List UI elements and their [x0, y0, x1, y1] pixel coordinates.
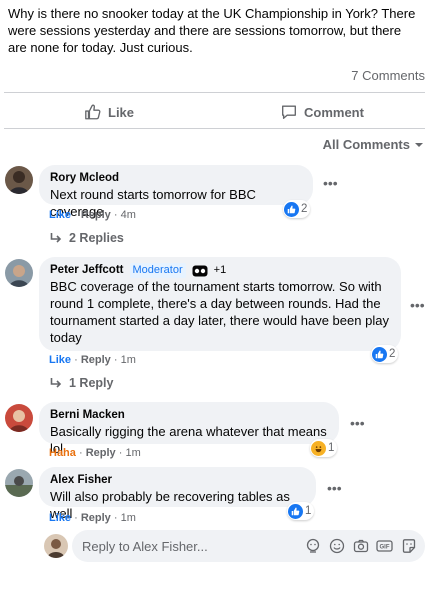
comment-meta: Like · Reply · 4m	[49, 209, 136, 221]
reply-composer: GIF	[72, 530, 425, 562]
moderator-badge: Moderator	[129, 263, 186, 278]
comment-meta: Like · Reply · 1m	[49, 512, 136, 524]
reaction-number: 2	[389, 348, 396, 360]
reply-input[interactable]	[82, 538, 282, 554]
avatar[interactable]	[5, 166, 33, 194]
reaction-count[interactable]: 2	[283, 200, 311, 218]
commenter-name[interactable]: Alex Fisher	[50, 473, 305, 488]
avatar[interactable]	[5, 469, 33, 497]
commenter-name[interactable]: Peter Jeffcott	[50, 263, 124, 278]
camera-icon[interactable]	[352, 537, 369, 554]
reaction-number: 2	[301, 203, 308, 215]
comment-like-link[interactable]: Like	[49, 512, 71, 524]
haha-reaction-icon	[311, 440, 326, 456]
replies-label: 1 Reply	[69, 376, 114, 390]
comment-time[interactable]: 1m	[121, 512, 136, 524]
comment-label: Comment	[304, 104, 364, 120]
like-reaction-icon	[284, 201, 299, 217]
avatar[interactable]	[5, 404, 33, 432]
comment-like-link[interactable]: Like	[49, 209, 71, 221]
top-fan-badge-icon	[192, 265, 208, 276]
divider	[4, 128, 425, 129]
comment-bubble: Rory Mcleod Next round starts tomorrow f…	[39, 165, 313, 219]
comment-button[interactable]: Comment	[280, 101, 364, 123]
more-options-icon[interactable]: •••	[350, 416, 365, 430]
comment-text: BBC coverage of the tournament starts to…	[50, 279, 389, 345]
reaction-number: 1	[305, 505, 312, 517]
comment-time[interactable]: 4m	[121, 209, 136, 221]
sort-label: All Comments	[322, 137, 410, 152]
comment-meta: Haha · Reply · 1m	[49, 447, 141, 459]
more-options-icon[interactable]: •••	[323, 176, 338, 190]
view-replies-link[interactable]: 2 Replies	[50, 231, 124, 245]
view-replies-link[interactable]: 1 Reply	[50, 376, 113, 390]
reply-arrow-icon	[50, 232, 62, 243]
reaction-count[interactable]: 2	[371, 345, 399, 363]
sort-dropdown[interactable]: All Comments	[323, 137, 424, 152]
comment-time[interactable]: 1m	[125, 447, 140, 459]
comment-meta: Like · Reply · 1m	[49, 354, 136, 366]
like-reaction-icon	[372, 346, 387, 362]
comment-like-link[interactable]: Haha	[49, 447, 76, 459]
svg-text:GIF: GIF	[380, 544, 390, 550]
more-options-icon[interactable]: •••	[410, 298, 425, 312]
emoji-icon[interactable]	[328, 537, 345, 554]
post-text: Why is there no snooker today at the UK …	[8, 6, 416, 55]
avatar[interactable]	[5, 259, 33, 287]
like-button[interactable]: Like	[84, 101, 134, 123]
replies-label: 2 Replies	[69, 231, 124, 245]
comment-bubble: Alex Fisher Will also probably be recove…	[39, 467, 316, 521]
divider	[4, 92, 425, 93]
reaction-count[interactable]: 1	[287, 502, 315, 520]
like-label: Like	[108, 104, 135, 120]
comment-reply-link[interactable]: Reply	[81, 354, 111, 366]
comment-icon	[282, 105, 296, 119]
avatar-sticker-icon[interactable]	[304, 537, 321, 554]
commenter-name-row: Peter Jeffcott Moderator +1	[50, 263, 390, 278]
like-reaction-icon	[288, 503, 303, 519]
comment-time[interactable]: 1m	[121, 354, 136, 366]
caret-down-icon	[415, 142, 423, 147]
reaction-number: 1	[328, 442, 335, 454]
comment-count[interactable]: 7 Comments	[351, 68, 425, 83]
commenter-name[interactable]: Berni Macken	[50, 408, 328, 423]
more-options-icon[interactable]: •••	[327, 481, 342, 495]
comment-reply-link[interactable]: Reply	[81, 209, 111, 221]
current-user-avatar[interactable]	[44, 534, 68, 558]
comment-bubble: Peter Jeffcott Moderator +1 BBC coverage…	[39, 257, 401, 351]
reply-arrow-icon	[50, 377, 62, 388]
comment-reply-link[interactable]: Reply	[86, 447, 116, 459]
sticker-icon[interactable]	[400, 537, 417, 554]
comment-reply-link[interactable]: Reply	[81, 512, 111, 524]
thumbs-up-icon	[85, 104, 101, 120]
reaction-count[interactable]: 1	[310, 439, 338, 457]
comment-like-link[interactable]: Like	[49, 354, 71, 366]
composer-tools: GIF	[304, 537, 417, 554]
extra-badges-count[interactable]: +1	[214, 263, 227, 278]
gif-icon[interactable]: GIF	[376, 537, 393, 554]
commenter-name[interactable]: Rory Mcleod	[50, 171, 302, 186]
comment-bubble: Berni Macken Basically rigging the arena…	[39, 402, 339, 456]
